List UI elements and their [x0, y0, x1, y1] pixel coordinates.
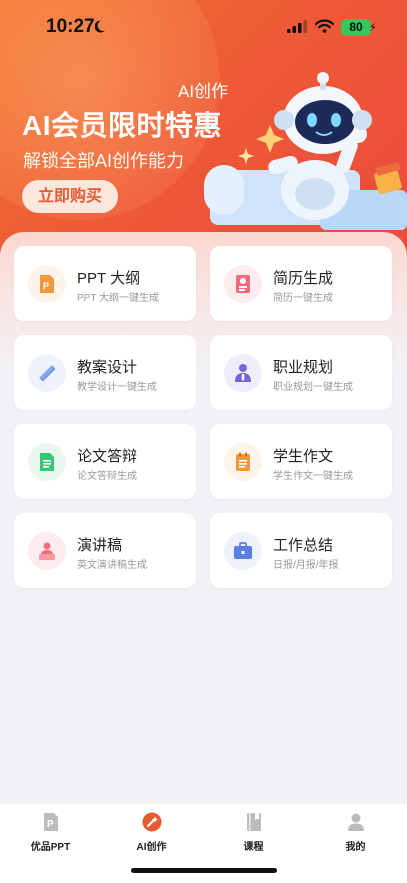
card-lesson-plan[interactable]: 教案设计 教学设计一键生成	[14, 335, 196, 410]
card-speech-draft[interactable]: 演讲稿 英文演讲稿生成	[14, 513, 196, 588]
card-title: 演讲稿	[77, 537, 123, 554]
card-title: 论文答辩	[77, 448, 138, 465]
tab-label: AI创作	[136, 842, 167, 853]
card-description: 教学设计一键生成	[77, 382, 157, 393]
battery-indicator: 80	[341, 19, 371, 36]
resume-icon	[236, 275, 250, 293]
tab-profile[interactable]: 我的	[305, 812, 406, 862]
card-ppt-outline[interactable]: P PPT 大纲 PPT 大纲一键生成	[14, 246, 196, 321]
card-description: 英文演讲稿生成	[77, 560, 147, 571]
card-work-summary[interactable]: 工作总结 日报/月报/年报	[210, 513, 392, 588]
notepad-icon	[236, 452, 250, 471]
promo-subtitle: 解锁全部AI创作能力	[23, 151, 185, 171]
robot-mascot-illustration	[204, 72, 407, 230]
card-description: 日报/月报/年报	[273, 560, 339, 571]
card-resume[interactable]: 简历生成 简历一键生成	[210, 246, 392, 321]
card-title: 简历生成	[273, 270, 334, 287]
page-title: AI创作	[178, 82, 229, 101]
card-description: PPT 大纲一键生成	[77, 293, 160, 304]
ruler-pencil-icon	[39, 365, 56, 382]
speaker-podium-icon	[39, 542, 55, 560]
card-career-plan[interactable]: 职业规划 职业规划一键生成	[210, 335, 392, 410]
card-description: 学生作文一键生成	[273, 471, 353, 482]
buy-now-button[interactable]: 立即购买	[22, 180, 118, 213]
user-icon	[347, 813, 364, 831]
ai-create-icon	[142, 812, 161, 832]
document-lines-icon	[40, 453, 54, 471]
wifi-icon	[315, 19, 334, 33]
tab-premium-ppt[interactable]: P 优品PPT	[0, 812, 101, 862]
svg-text:P: P	[47, 819, 54, 830]
charging-bolt-icon: ⚡	[369, 22, 377, 34]
ppt-file-icon: P	[40, 275, 54, 293]
moon-icon	[95, 20, 105, 33]
briefcase-icon	[234, 542, 252, 559]
card-title: 工作总结	[273, 537, 334, 554]
card-title: 教案设计	[77, 359, 138, 376]
card-title: 学生作文	[273, 448, 334, 465]
status-time: 10:27	[46, 16, 95, 37]
svg-text:P: P	[43, 281, 49, 291]
card-title: 职业规划	[273, 359, 334, 376]
card-thesis-defense[interactable]: 论文答辩 论文答辩生成	[14, 424, 196, 499]
card-description: 简历一键生成	[273, 293, 333, 304]
person-tie-icon	[235, 364, 251, 382]
promo-headline: AI会员限时特惠	[22, 110, 223, 141]
tab-label: 课程	[243, 842, 264, 853]
cellular-signal-icon	[287, 20, 307, 33]
book-icon	[246, 813, 261, 831]
card-title: PPT 大纲	[77, 270, 141, 287]
card-description: 职业规划一键生成	[273, 382, 353, 393]
tab-ai-create[interactable]: AI创作	[101, 812, 202, 862]
status-bar: 10:27 80 ⚡	[0, 0, 407, 56]
feature-grid: P PPT 大纲 PPT 大纲一键生成 简历生成 简历一键生成 教案设计 教学设…	[0, 232, 407, 804]
tab-label: 优品PPT	[30, 842, 71, 853]
tab-label: 我的	[345, 842, 366, 853]
ppt-tab-icon: P	[43, 813, 58, 831]
home-indicator	[131, 868, 277, 873]
tab-courses[interactable]: 课程	[203, 812, 304, 862]
card-student-essay[interactable]: 学生作文 学生作文一键生成	[210, 424, 392, 499]
card-description: 论文答辩生成	[77, 471, 137, 482]
